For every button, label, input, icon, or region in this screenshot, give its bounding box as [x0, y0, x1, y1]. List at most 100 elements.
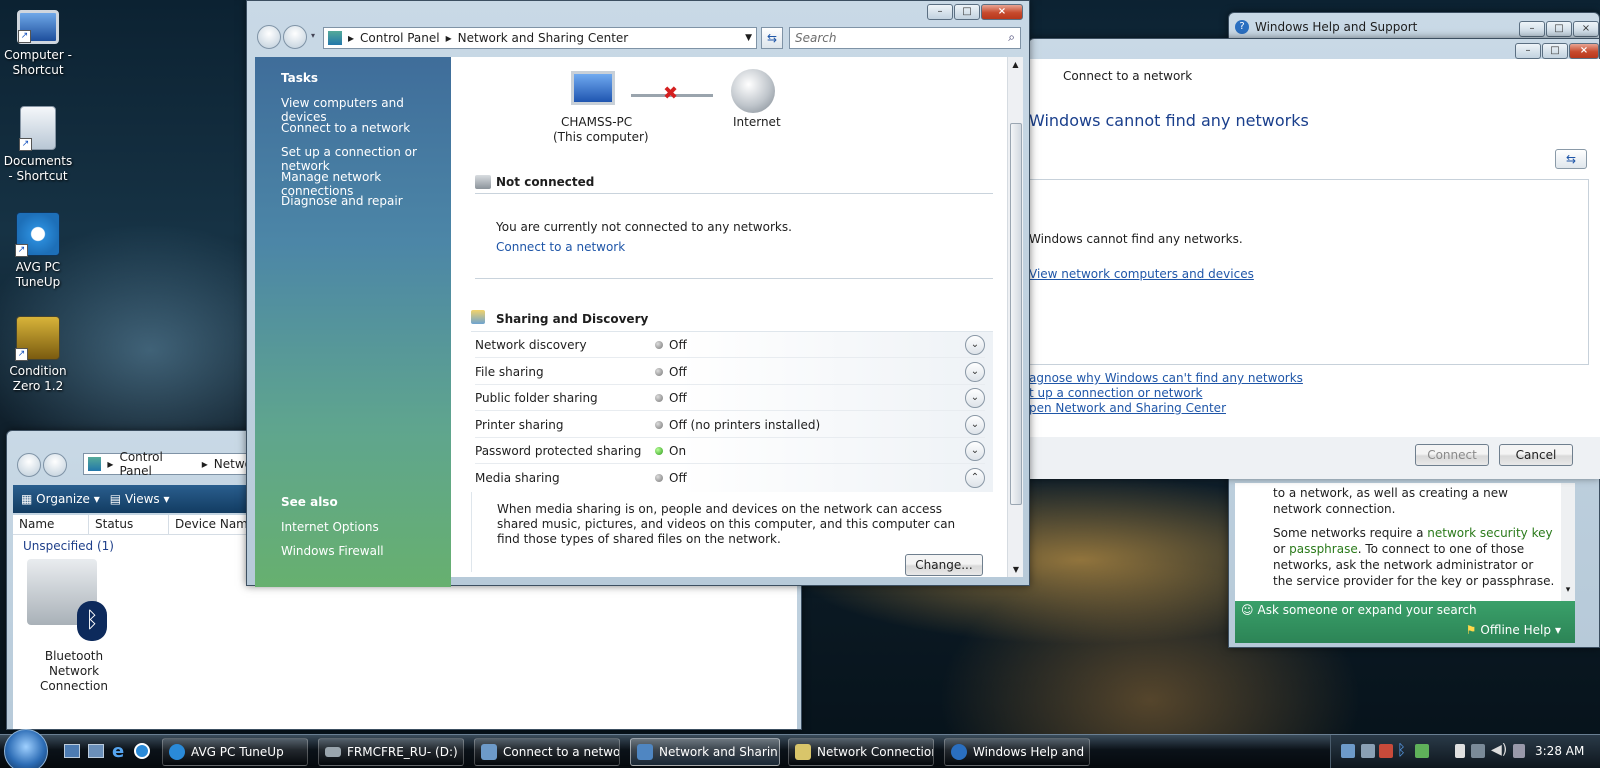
expand-button[interactable]: ⌄ — [965, 414, 985, 435]
minimize-button[interactable]: – — [1519, 21, 1545, 37]
passphrase-link[interactable]: passphrase — [1289, 542, 1358, 556]
avg-quicklaunch-icon[interactable] — [134, 743, 150, 759]
offline-help-button[interactable]: ⚑ Offline Help ▾ — [1466, 623, 1561, 637]
show-desktop-icon[interactable] — [64, 744, 80, 758]
desktop-icon-avg[interactable]: ↗ AVG PC TuneUp — [0, 212, 76, 290]
windows-firewall-link[interactable]: Windows Firewall — [281, 544, 384, 558]
close-button[interactable]: × — [1569, 43, 1599, 59]
open-nsc-link[interactable]: pen Network and Sharing Center — [1029, 401, 1226, 415]
start-button[interactable] — [4, 729, 48, 768]
expand-button[interactable]: ⌄ — [965, 361, 985, 382]
sharing-row-file-sharing: File sharing Off ⌄ — [475, 359, 985, 385]
task-view-computers[interactable]: View computers and devices — [281, 96, 451, 124]
task-setup-connection[interactable]: Set up a connection or network — [281, 145, 451, 173]
chevron-down-icon: ▾ — [1554, 623, 1561, 637]
taskbar-item-connect[interactable]: Connect to a network — [474, 738, 620, 766]
scrollbar-thumb[interactable] — [1010, 123, 1022, 505]
internet-explorer-icon[interactable]: e — [112, 741, 124, 762]
volume-icon[interactable]: ◀) — [1491, 742, 1507, 758]
minimize-button[interactable]: – — [927, 4, 953, 20]
no-networks-message: Windows cannot find any networks. — [1029, 232, 1243, 246]
taskbar-item-drive[interactable]: FRMCFRE_RU- (D:) — [318, 738, 464, 766]
tray-network-status-icon[interactable] — [1471, 744, 1485, 758]
chevron-down-icon[interactable]: ▼ — [745, 33, 752, 43]
taskbar-item-avg[interactable]: AVG PC TuneUp — [162, 738, 308, 766]
sharing-row-value: On — [669, 443, 687, 458]
taskbar-item-network-connections[interactable]: Network Connections — [788, 738, 934, 766]
maximize-button[interactable]: □ — [954, 4, 980, 20]
expand-button[interactable]: ⌄ — [965, 440, 985, 461]
security-key-link[interactable]: network security key — [1427, 526, 1552, 540]
desktop-icon-condition-zero[interactable]: ↗ Condition Zero 1.2 — [0, 316, 76, 394]
command-bar: ▦ Organize ▾ ▤ Views ▾ — [13, 485, 249, 513]
desktop-icon-documents[interactable]: ↗ Documents - Shortcut — [0, 106, 76, 184]
clock[interactable]: 3:28 AM — [1535, 744, 1584, 758]
collapse-button[interactable]: ⌃ — [965, 468, 985, 488]
sharing-row-value: Off — [669, 390, 687, 405]
tray-monitor-icon[interactable] — [1379, 744, 1393, 758]
organize-button[interactable]: ▦ Organize ▾ — [21, 492, 100, 506]
address-bar[interactable]: ▸ Control Panel ▸ Network and Sharing Ce… — [323, 27, 757, 49]
diagnose-link[interactable]: agnose why Windows can't find any networ… — [1029, 371, 1303, 385]
tray-power-icon[interactable] — [1455, 744, 1465, 758]
list-item[interactable]: ᛒ Bluetooth Network Connection — [19, 559, 129, 694]
change-button[interactable]: Change... — [905, 554, 983, 576]
task-diagnose[interactable]: Diagnose and repair — [281, 194, 403, 208]
taskbar-item-nsc[interactable]: Network and Sharin... — [630, 738, 780, 766]
task-pane: Tasks View computers and devices Connect… — [255, 57, 451, 587]
caption-buttons: – □ × — [927, 4, 1023, 20]
breadcrumb-item[interactable]: Network and Sharing Center — [458, 31, 629, 45]
breadcrumb-separator: ▸ — [201, 457, 208, 471]
tray-network-icon[interactable] — [1341, 744, 1355, 758]
address-bar[interactable]: ▸ Control Panel ▸ Netwo — [83, 450, 253, 478]
breadcrumb-separator: ▸ — [445, 31, 452, 45]
cancel-button[interactable]: Cancel — [1499, 444, 1573, 466]
status-text: You are currently not connected to any n… — [496, 220, 792, 234]
forward-button[interactable] — [283, 25, 307, 49]
refresh-button[interactable]: ⇆ — [1555, 149, 1587, 169]
maximize-button[interactable]: □ — [1542, 43, 1568, 59]
task-connect[interactable]: Connect to a network — [281, 121, 410, 135]
connect-button[interactable]: Connect — [1415, 444, 1489, 466]
scroll-down-icon[interactable]: ▼ — [1008, 565, 1024, 574]
network-status-icon — [475, 175, 491, 189]
view-network-computers-link[interactable]: View network computers and devices — [1029, 267, 1254, 281]
documents-icon: ↗ — [19, 106, 56, 151]
forward-button[interactable] — [43, 453, 67, 477]
views-button[interactable]: ▤ Views ▾ — [110, 492, 170, 506]
sharing-table: Network discovery Off ⌄ File sharing Off… — [471, 331, 993, 572]
expand-button[interactable]: ⌄ — [965, 334, 985, 355]
help-scrollbar[interactable]: ▾ — [1561, 483, 1575, 601]
close-button[interactable]: × — [981, 4, 1023, 20]
see-also-heading: See also — [281, 495, 338, 509]
minimize-button[interactable]: – — [1515, 43, 1541, 59]
search-input[interactable]: Search ⌕ — [789, 27, 1021, 49]
recent-pages-icon[interactable]: ▾ — [311, 31, 315, 40]
maximize-button[interactable]: □ — [1546, 21, 1572, 37]
disconnected-icon: ✖ — [663, 83, 679, 104]
refresh-button[interactable]: ⇆ — [761, 27, 783, 49]
connect-network-link[interactable]: Connect to a network — [496, 240, 625, 254]
column-header-status[interactable]: Status — [89, 515, 169, 534]
internet-options-link[interactable]: Internet Options — [281, 520, 379, 534]
search-icon[interactable]: ⌕ — [1008, 30, 1015, 45]
breadcrumb-item[interactable]: Control Panel — [360, 31, 440, 45]
tray-shield-icon[interactable] — [1415, 744, 1429, 758]
breadcrumb-item[interactable]: Control Panel — [119, 450, 195, 478]
tray-app-icon[interactable] — [1361, 744, 1375, 758]
sharing-row-label: Media sharing — [475, 471, 560, 485]
tray-misc-icon[interactable] — [1513, 744, 1525, 758]
taskbar-item-help[interactable]: Windows Help and ... — [944, 738, 1090, 766]
ask-someone-link[interactable]: ☺ Ask someone or expand your search — [1241, 603, 1477, 617]
expand-button[interactable]: ⌄ — [965, 387, 985, 408]
main-scrollbar[interactable]: ▲ ▼ — [1007, 57, 1023, 577]
bluetooth-icon[interactable]: ᛒ — [1397, 741, 1406, 759]
setup-connection-link[interactable]: t up a connection or network — [1029, 386, 1202, 400]
scroll-up-icon[interactable]: ▲ — [1008, 57, 1023, 69]
desktop-icon-computer[interactable]: ↗ Computer - Shortcut — [0, 6, 76, 78]
column-header-name[interactable]: Name — [13, 515, 89, 534]
switch-windows-icon[interactable] — [88, 744, 104, 758]
close-button[interactable]: × — [1573, 21, 1599, 37]
back-button[interactable] — [257, 25, 281, 49]
back-button[interactable] — [17, 453, 41, 477]
